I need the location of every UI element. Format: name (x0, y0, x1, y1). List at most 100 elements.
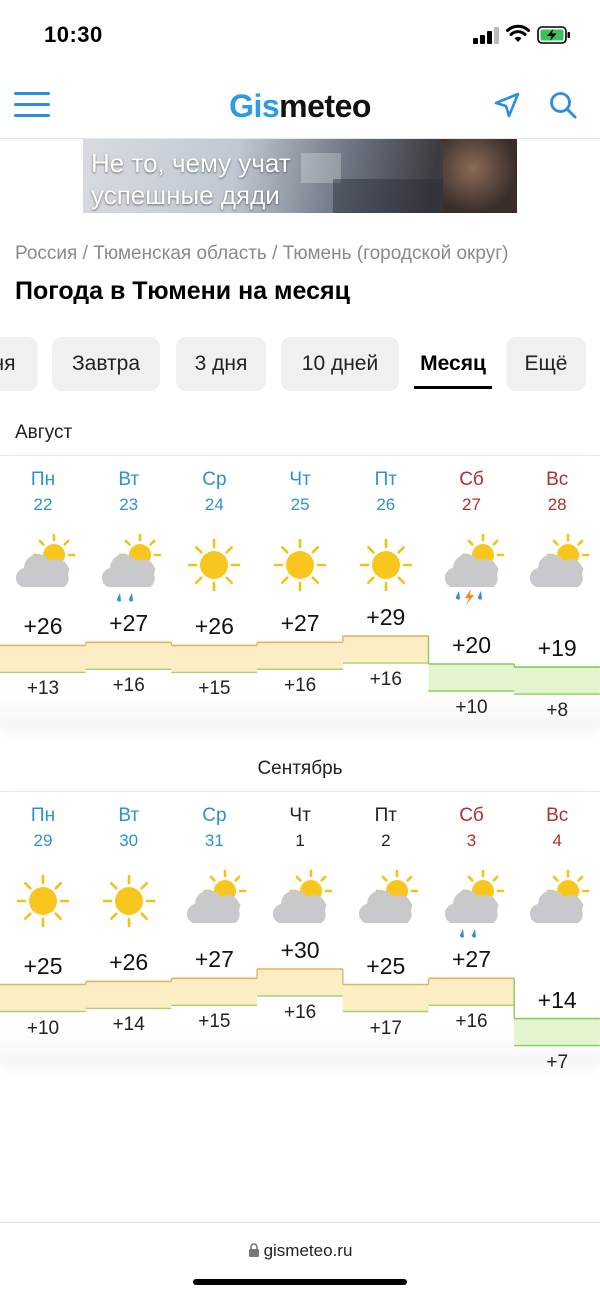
temp-min: +10 (26, 1017, 60, 1039)
day-name: Вт (118, 805, 140, 826)
day-name: Сб (459, 469, 484, 490)
sun-icon (16, 874, 70, 928)
day-name: Ср (202, 805, 227, 826)
day-name: Сб (459, 805, 484, 826)
day-name: Пт (374, 805, 397, 826)
day-card[interactable]: Вт 30 +26 +14 (86, 791, 172, 1061)
week-row-august: Пн 22 +26 +13 Вт 23 +27 +16 Ср 24 +26 +1… (0, 455, 600, 726)
temp-max: +26 (109, 949, 149, 976)
day-name: Пн (30, 805, 56, 826)
day-name: Ср (202, 469, 227, 490)
battery-charging-icon (537, 26, 570, 44)
day-card[interactable]: Вс 4 +14 +7 (514, 791, 600, 1073)
day-date: 30 (119, 831, 139, 850)
day-name: Чт (289, 469, 311, 490)
day-card[interactable]: Вс 28 +19 +8 (514, 455, 600, 725)
temp-max: +26 (23, 613, 63, 640)
search-icon[interactable] (548, 90, 578, 120)
day-card[interactable]: Пн 29 +25 +10 (0, 791, 86, 1061)
temp-max: +19 (537, 635, 577, 662)
temp-min: +10 (455, 697, 488, 718)
tab-10-days[interactable]: 10 дней (281, 337, 399, 391)
temp-min: +16 (369, 669, 402, 691)
cloudy-rain-icon (101, 533, 161, 602)
day-card[interactable]: Сб 27 +20 +10 (429, 455, 515, 725)
week-row-september: Пн 29 +25 +10 Вт 30 +26 +14 Ср 31 +27 +1… (0, 791, 600, 1073)
day-card[interactable]: Чт 1 +30 +16 (257, 791, 343, 1061)
day-name: Пн (30, 469, 56, 490)
thunderstorm-icon (444, 533, 504, 605)
status-time: 10:30 (44, 22, 103, 47)
day-name: Чт (289, 805, 311, 826)
status-bar: 10:30 (0, 0, 600, 70)
cellular-signal-icon (473, 26, 501, 44)
temp-min: +17 (369, 1017, 402, 1039)
temp-min: +16 (112, 675, 145, 697)
temp-min: +7 (546, 1051, 569, 1073)
temp-min: +16 (283, 1002, 317, 1023)
temp-max: +14 (537, 986, 577, 1013)
temp-max: +27 (451, 946, 491, 973)
url-text: gismeteo.ru (0, 1241, 600, 1261)
day-card[interactable]: Ср 31 +27 +15 (171, 791, 257, 1061)
sun-icon (359, 538, 413, 592)
forecast-tabs: ня Завтра 3 дня 10 дней Месяц Ещё (0, 337, 600, 393)
temp-max: +30 (280, 937, 320, 963)
temp-min: +15 (198, 1011, 231, 1033)
temp-min: +15 (198, 678, 231, 700)
day-date: 2 (381, 831, 391, 850)
sun-icon (273, 538, 327, 592)
day-date: 26 (376, 495, 396, 514)
temp-max: +27 (194, 946, 234, 973)
wifi-icon (506, 24, 530, 42)
site-header: Gismeteo (0, 72, 600, 139)
tab-month[interactable]: Месяц (414, 337, 492, 391)
browser-address-bar[interactable]: gismeteo.ru (0, 1222, 600, 1298)
temp-min: +14 (112, 1014, 145, 1036)
temp-max: +25 (23, 952, 63, 979)
temp-max: +26 (194, 613, 234, 640)
day-name: Пт (374, 469, 397, 490)
breadcrumb: Россия / Тюменская область / Тюмень (гор… (15, 243, 509, 264)
breadcrumb-region[interactable]: Тюменская область (93, 243, 267, 264)
day-card[interactable]: Вт 23 +27 +16 (86, 455, 172, 725)
cloudy-rain-icon (444, 869, 504, 938)
ad-text: Не то, чему учат успешные дяди (91, 148, 291, 210)
sun-icon (188, 538, 241, 592)
breadcrumb-city[interactable]: Тюмень (городской округ) (283, 243, 509, 264)
partly-cloudy-icon (530, 869, 590, 923)
day-card[interactable]: Пт 26 +29 +16 (343, 455, 429, 725)
day-date: 28 (547, 495, 567, 514)
location-arrow-icon[interactable] (492, 90, 522, 120)
tab-today[interactable]: ня (0, 337, 38, 391)
temp-min: +16 (283, 675, 317, 697)
day-date: 29 (33, 831, 53, 850)
month-label-august: Август (15, 422, 73, 443)
tab-3-days[interactable]: 3 дня (176, 337, 266, 391)
page-title: Погода в Тюмени на месяц (15, 277, 350, 305)
partly-cloudy-icon (530, 533, 590, 587)
day-date: 25 (290, 495, 310, 514)
day-card[interactable]: Ср 24 +26 +15 (171, 455, 257, 725)
partly-cloudy-icon (15, 533, 76, 587)
day-date: 3 (466, 831, 477, 850)
month-label-september: Сентябрь (257, 758, 343, 779)
tab-more[interactable]: Ещё (506, 337, 586, 391)
temp-min: +16 (455, 1011, 488, 1033)
home-indicator (193, 1279, 407, 1285)
day-date: 24 (204, 495, 224, 514)
temp-max: +20 (451, 632, 491, 658)
breadcrumb-country[interactable]: Россия (15, 243, 77, 264)
partly-cloudy-icon (358, 869, 419, 923)
partly-cloudy-icon (273, 869, 333, 923)
day-card[interactable]: Сб 3 +27 +16 (429, 791, 515, 1061)
temp-min: +13 (26, 678, 60, 700)
day-date: 23 (119, 495, 139, 514)
day-name: Вт (118, 469, 140, 490)
temp-max: +29 (366, 604, 406, 631)
day-card[interactable]: Пн 22 +26 +13 (0, 455, 86, 725)
day-card[interactable]: Пт 2 +25 +17 (343, 791, 429, 1061)
tab-tomorrow[interactable]: Завтра (52, 337, 160, 391)
ad-banner[interactable]: Не то, чему учат успешные дяди (83, 139, 517, 213)
day-card[interactable]: Чт 25 +27 +16 (257, 455, 343, 725)
